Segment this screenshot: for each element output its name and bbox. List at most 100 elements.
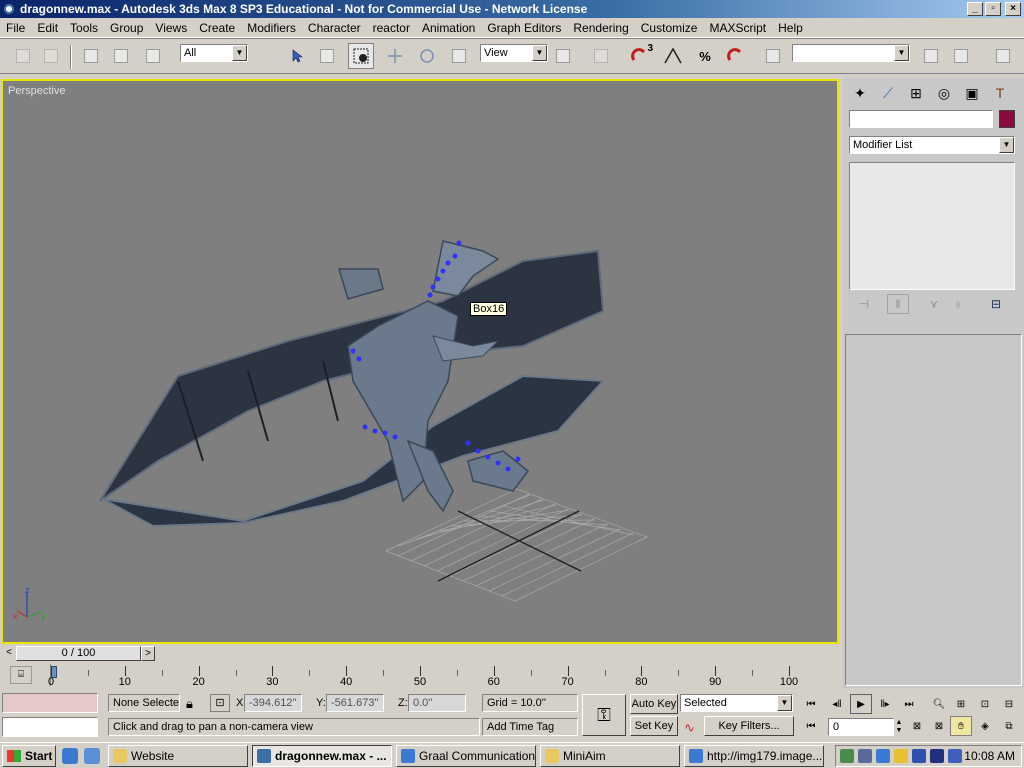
spinner-snap-toggle-button[interactable] <box>724 43 750 69</box>
maximize-viewport-button[interactable]: ⧉ <box>998 716 1020 736</box>
menu-file[interactable]: File <box>0 21 31 35</box>
percent-snap-toggle-button[interactable]: % <box>692 43 718 69</box>
track-ruler[interactable]: 0 10 20 30 40 50 60 70 80 90 100 <box>48 664 798 688</box>
make-unique-button[interactable]: ⋎ <box>923 294 945 314</box>
x-coordinate-field[interactable]: -394.612'' <box>244 694 302 712</box>
pivot-center-button[interactable] <box>550 43 576 69</box>
task-3ds-max[interactable]: dragonnew.max - ... <box>252 745 392 767</box>
reference-coordinate-dropdown[interactable]: View ▼ <box>480 44 548 62</box>
task-website[interactable]: Website <box>108 745 248 767</box>
set-key-button[interactable]: Set Key <box>630 716 678 736</box>
undo-button[interactable] <box>10 43 36 69</box>
menu-graph-editors[interactable]: Graph Editors <box>481 21 567 35</box>
minimize-button[interactable]: _ <box>967 2 983 16</box>
menu-animation[interactable]: Animation <box>416 21 481 35</box>
default-in-out-tangents-icon[interactable]: ∿ <box>684 720 695 736</box>
mirror-button[interactable] <box>918 43 944 69</box>
key-mode-dropdown[interactable]: Selected ▼ <box>680 694 793 712</box>
previous-frame-button[interactable]: ◂‖ <box>826 694 848 714</box>
maxscript-listener-mini[interactable] <box>2 693 98 713</box>
angle-snap-toggle-button[interactable] <box>660 43 686 69</box>
select-object-button[interactable] <box>284 43 310 69</box>
field-of-view-button[interactable]: ⊠ <box>928 716 950 736</box>
go-to-start-button[interactable]: ⏮︎ <box>800 694 822 714</box>
select-and-link-button[interactable] <box>78 43 104 69</box>
modifier-stack[interactable] <box>849 162 1015 290</box>
redo-button[interactable] <box>38 43 64 69</box>
key-filters-button[interactable]: Key Filters... <box>704 716 794 736</box>
menu-edit[interactable]: Edit <box>31 21 64 35</box>
track-bar[interactable]: ⌸ 0 10 20 30 40 50 60 70 80 90 100 <box>0 662 840 690</box>
messenger-icon[interactable] <box>876 749 890 763</box>
time-configuration-button[interactable]: ⊠ <box>906 716 928 736</box>
menu-views[interactable]: Views <box>149 21 193 35</box>
maxscript-input-mini[interactable] <box>2 717 98 737</box>
create-tab[interactable]: ✦ <box>847 80 873 106</box>
key-mode-toggle-button[interactable]: ⏮︎ <box>800 716 822 736</box>
utilities-tab[interactable]: T <box>987 80 1013 106</box>
rectangular-selection-region-button[interactable] <box>348 43 374 69</box>
menu-maxscript[interactable]: MAXScript <box>703 21 772 35</box>
z-coordinate-field[interactable]: 0.0'' <box>408 694 466 712</box>
pan-view-button[interactable]: ✋︎ <box>950 716 972 736</box>
frame-spinner[interactable]: ▲ ▼ <box>894 719 904 737</box>
zoom-button[interactable]: 🔍︎ <box>928 694 950 714</box>
menu-customize[interactable]: Customize <box>635 21 704 35</box>
next-frame-icon[interactable]: > <box>141 646 155 661</box>
task-miniaim[interactable]: MiniAim <box>540 745 680 767</box>
tray-app-icon[interactable] <box>930 749 944 763</box>
named-selection-sets-dropdown[interactable]: ▼ <box>792 44 910 62</box>
close-button[interactable]: × <box>1005 2 1021 16</box>
play-button[interactable]: ▶ <box>850 694 872 714</box>
hierarchy-tab[interactable]: ⊞ <box>903 80 929 106</box>
menu-reactor[interactable]: reactor <box>367 21 416 35</box>
app-icon[interactable] <box>2 2 16 16</box>
modifier-list-dropdown[interactable]: Modifier List ▼ <box>849 136 1015 154</box>
menu-modifiers[interactable]: Modifiers <box>241 21 302 35</box>
current-frame-field[interactable]: 0 <box>828 718 894 736</box>
menu-group[interactable]: Group <box>104 21 149 35</box>
show-desktop-icon[interactable] <box>84 748 100 764</box>
shield-icon[interactable] <box>948 749 962 763</box>
task-graal-communication[interactable]: Graal Communication... <box>396 745 536 767</box>
menu-tools[interactable]: Tools <box>64 21 104 35</box>
set-key-mode-button[interactable]: ⚿ <box>582 694 626 736</box>
y-coordinate-field[interactable]: -561.673'' <box>326 694 384 712</box>
auto-key-button[interactable]: Auto Key <box>630 694 678 714</box>
menu-rendering[interactable]: Rendering <box>567 21 634 35</box>
select-and-move-button[interactable] <box>382 43 408 69</box>
prev-frame-icon[interactable]: < <box>2 646 16 661</box>
select-by-name-button[interactable] <box>314 43 340 69</box>
bind-to-space-warp-button[interactable] <box>140 43 166 69</box>
menu-character[interactable]: Character <box>302 21 367 35</box>
configure-modifier-sets-button[interactable]: ⊟ <box>985 294 1007 314</box>
show-end-result-button[interactable]: ‖ <box>887 294 909 314</box>
layer-manager-button[interactable] <box>990 43 1016 69</box>
zoom-extents-all-button[interactable]: ⊟ <box>998 694 1020 714</box>
perspective-viewport[interactable]: Perspective z y x Box16 <box>1 79 839 644</box>
lock-icon[interactable]: 🔒︎ <box>186 696 193 712</box>
object-name-field[interactable] <box>849 110 993 128</box>
task-image-browser[interactable]: http://img179.image... <box>684 745 824 767</box>
select-and-rotate-button[interactable] <box>414 43 440 69</box>
next-frame-button[interactable]: ‖▸ <box>874 694 896 714</box>
system-clock[interactable]: 10:08 AM <box>964 749 1015 763</box>
pin-stack-button[interactable]: ⊣ <box>853 294 875 314</box>
arc-rotate-button[interactable]: ◈ <box>974 716 996 736</box>
tray-app-icon[interactable] <box>894 749 908 763</box>
motion-tab[interactable]: ◎ <box>931 80 957 106</box>
tray-app-icon[interactable] <box>858 749 872 763</box>
zoom-all-button[interactable]: ⊞ <box>950 694 972 714</box>
edit-named-selection-button[interactable] <box>760 43 786 69</box>
go-to-end-button[interactable]: ⏭︎ <box>898 694 920 714</box>
object-color-swatch[interactable] <box>999 110 1015 128</box>
selection-filter-dropdown[interactable]: All ▼ <box>180 44 248 62</box>
network-icon[interactable] <box>840 749 854 763</box>
menu-help[interactable]: Help <box>772 21 809 35</box>
select-and-manipulate-button[interactable] <box>588 43 614 69</box>
snaps-toggle-button[interactable]: 3 <box>628 43 654 69</box>
absolute-relative-toggle[interactable]: ⊡ <box>210 694 230 712</box>
align-button[interactable] <box>948 43 974 69</box>
title-bar[interactable]: dragonnew.max - Autodesk 3ds Max 8 SP3 E… <box>0 0 1024 18</box>
antivirus-icon[interactable] <box>912 749 926 763</box>
